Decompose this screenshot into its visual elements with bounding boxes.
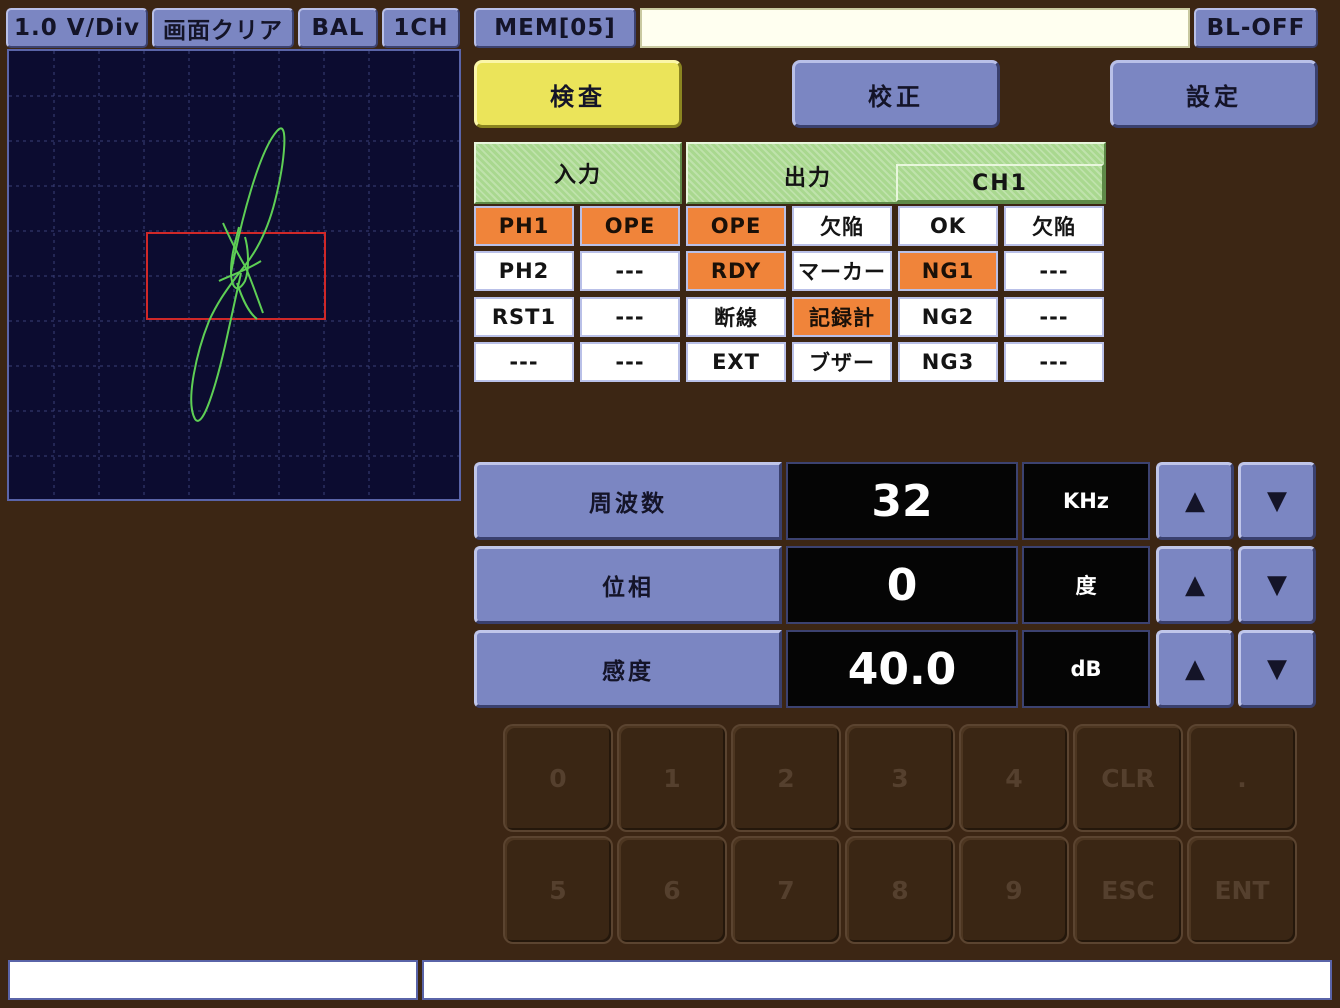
signal-trace xyxy=(190,127,286,422)
volt-per-div-button[interactable]: 1.0 V/Div xyxy=(6,8,148,48)
keypad-key[interactable]: 0 xyxy=(503,724,613,832)
phase-up-button[interactable]: ▲ xyxy=(1156,546,1234,624)
sensitivity-down-button[interactable]: ▼ xyxy=(1238,630,1316,708)
lissajous-display[interactable] xyxy=(7,49,461,501)
phase-unit: 度 xyxy=(1022,546,1150,624)
settings-mode-button[interactable]: 設定 xyxy=(1110,60,1318,128)
io-cell-input-state-col-1[interactable]: OPE xyxy=(580,206,680,246)
io-cell-input-state-col-2[interactable]: --- xyxy=(580,251,680,291)
sensitivity-value[interactable]: 40.0 xyxy=(786,630,1018,708)
backlight-off-button[interactable]: BL-OFF xyxy=(1194,8,1318,48)
calibrate-mode-button[interactable]: 校正 xyxy=(792,60,1000,128)
phase-label[interactable]: 位相 xyxy=(474,546,782,624)
io-cell-ch1-col-3[interactable]: NG2 xyxy=(898,297,998,337)
memory-name-field[interactable] xyxy=(640,8,1190,48)
phase-value[interactable]: 0 xyxy=(786,546,1018,624)
down-arrow-icon: ▼ xyxy=(1267,570,1287,600)
io-cell-input-col-4[interactable]: --- xyxy=(474,342,574,382)
status-field-left xyxy=(8,960,418,1000)
io-cell-output-col-4[interactable]: EXT xyxy=(686,342,786,382)
keypad-key[interactable]: ENT xyxy=(1187,836,1297,944)
io-cell-ch1-state-col-2[interactable]: --- xyxy=(1004,251,1104,291)
phase-down-button[interactable]: ▼ xyxy=(1238,546,1316,624)
io-cell-output-col-3[interactable]: 断線 xyxy=(686,297,786,337)
io-cell-output-state-col-4[interactable]: ブザー xyxy=(792,342,892,382)
io-cell-input-state-col-3[interactable]: --- xyxy=(580,297,680,337)
sensitivity-unit: dB xyxy=(1022,630,1150,708)
output-header: 出力 CH1 xyxy=(686,142,1106,204)
io-cell-ch1-state-col-4[interactable]: --- xyxy=(1004,342,1104,382)
up-arrow-icon: ▲ xyxy=(1185,654,1205,684)
output-header-label: 出力 xyxy=(784,166,833,191)
frequency-label[interactable]: 周波数 xyxy=(474,462,782,540)
keypad-key[interactable]: 3 xyxy=(845,724,955,832)
channel-header: CH1 xyxy=(896,164,1104,202)
input-header: 入力 xyxy=(474,142,682,204)
keypad-key[interactable]: 7 xyxy=(731,836,841,944)
io-cell-output-state-col-1[interactable]: 欠陥 xyxy=(792,206,892,246)
balance-button[interactable]: BAL xyxy=(298,8,378,48)
channel-button[interactable]: 1CH xyxy=(382,8,460,48)
io-cell-output-state-col-3[interactable]: 記録計 xyxy=(792,297,892,337)
keypad-key[interactable]: 4 xyxy=(959,724,1069,832)
io-cell-ch1-state-col-3[interactable]: --- xyxy=(1004,297,1104,337)
io-cell-output-col-2[interactable]: RDY xyxy=(686,251,786,291)
frequency-up-button[interactable]: ▲ xyxy=(1156,462,1234,540)
keypad-key[interactable]: 8 xyxy=(845,836,955,944)
frequency-value[interactable]: 32 xyxy=(786,462,1018,540)
keypad-key[interactable]: 1 xyxy=(617,724,727,832)
keypad-key[interactable]: 9 xyxy=(959,836,1069,944)
io-cell-output-col-1[interactable]: OPE xyxy=(686,206,786,246)
keypad-key[interactable]: ESC xyxy=(1073,836,1183,944)
clear-screen-button[interactable]: 画面クリア xyxy=(152,8,294,48)
io-cell-input-col-3[interactable]: RST1 xyxy=(474,297,574,337)
keypad-key[interactable]: 6 xyxy=(617,836,727,944)
up-arrow-icon: ▲ xyxy=(1185,570,1205,600)
down-arrow-icon: ▼ xyxy=(1267,654,1287,684)
io-cell-input-col-2[interactable]: PH2 xyxy=(474,251,574,291)
io-cell-output-state-col-2[interactable]: マーカー xyxy=(792,251,892,291)
io-cell-ch1-state-col-1[interactable]: 欠陥 xyxy=(1004,206,1104,246)
memory-button[interactable]: MEM[05] xyxy=(474,8,636,48)
io-cell-ch1-col-4[interactable]: NG3 xyxy=(898,342,998,382)
keypad-key[interactable]: 5 xyxy=(503,836,613,944)
up-arrow-icon: ▲ xyxy=(1185,486,1205,516)
status-field-right xyxy=(422,960,1332,1000)
sensitivity-up-button[interactable]: ▲ xyxy=(1156,630,1234,708)
inspect-mode-button[interactable]: 検査 xyxy=(474,60,682,128)
io-cell-input-state-col-4[interactable]: --- xyxy=(580,342,680,382)
keypad-key[interactable]: . xyxy=(1187,724,1297,832)
keypad-key[interactable]: CLR xyxy=(1073,724,1183,832)
keypad-key[interactable]: 2 xyxy=(731,724,841,832)
down-arrow-icon: ▼ xyxy=(1267,486,1287,516)
io-cell-ch1-col-1[interactable]: OK xyxy=(898,206,998,246)
io-cell-input-col-1[interactable]: PH1 xyxy=(474,206,574,246)
lissajous-plot xyxy=(9,51,459,499)
frequency-down-button[interactable]: ▼ xyxy=(1238,462,1316,540)
io-cell-ch1-col-2[interactable]: NG1 xyxy=(898,251,998,291)
frequency-unit: KHz xyxy=(1022,462,1150,540)
sensitivity-label[interactable]: 感度 xyxy=(474,630,782,708)
